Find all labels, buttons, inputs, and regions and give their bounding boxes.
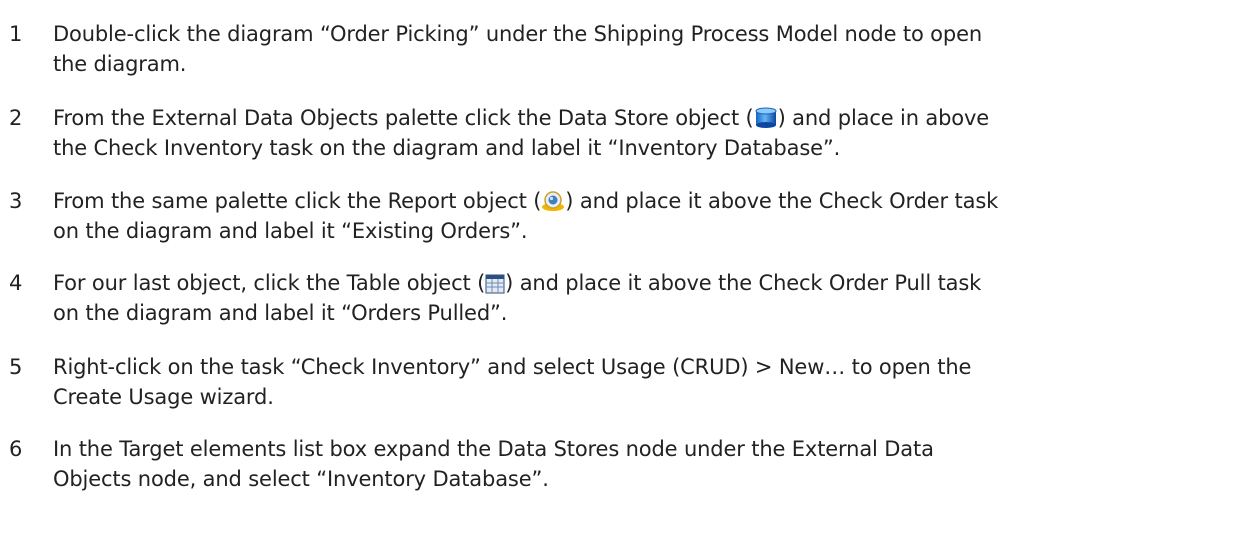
report-icon — [541, 190, 565, 212]
step-number: 3 — [9, 189, 23, 213]
step-text-line: In the Target elements list box expand t… — [53, 437, 934, 461]
step-text-fragment: ) and place in above — [777, 106, 990, 130]
table-icon — [485, 274, 505, 294]
step-text-line: the Check Inventory task on the diagram … — [53, 136, 841, 160]
step-text-line: Double-click the diagram “Order Picking”… — [53, 22, 982, 46]
step-text-line: Create Usage wizard. — [53, 385, 274, 409]
step-number: 1 — [9, 22, 23, 46]
step-text-fragment: For our last object, click the Table obj… — [53, 271, 486, 295]
step-number: 5 — [9, 355, 23, 379]
step-number: 4 — [9, 271, 23, 295]
step-text: From the External Data Objects palette c… — [53, 103, 1239, 163]
step-text: Right-click on the task “Check Inventory… — [53, 352, 1239, 412]
step-text-fragment: From the same palette click the Report o… — [53, 189, 542, 213]
step-text: In the Target elements list box expand t… — [53, 434, 1239, 494]
step-text: From the same palette click the Report o… — [53, 186, 1239, 246]
step-text-line: on the diagram and label it “Orders Pull… — [53, 301, 508, 325]
step-text: For our last object, click the Table obj… — [53, 268, 1239, 328]
step-text-line: Objects node, and select “Inventory Data… — [53, 467, 549, 491]
step-text-line: on the diagram and label it “Existing Or… — [53, 219, 528, 243]
step-number: 2 — [9, 106, 23, 130]
step-text: Double-click the diagram “Order Picking”… — [53, 19, 1239, 79]
step-text-fragment: ) and place it above the Check Order tas… — [565, 189, 999, 213]
data-store-icon — [754, 107, 778, 129]
step-number: 6 — [9, 437, 23, 461]
step-text-fragment: ) and place it above the Check Order Pul… — [505, 271, 982, 295]
step-text-line: Right-click on the task “Check Inventory… — [53, 355, 972, 379]
step-text-line: the diagram. — [53, 52, 187, 76]
step-text-fragment: From the External Data Objects palette c… — [53, 106, 754, 130]
